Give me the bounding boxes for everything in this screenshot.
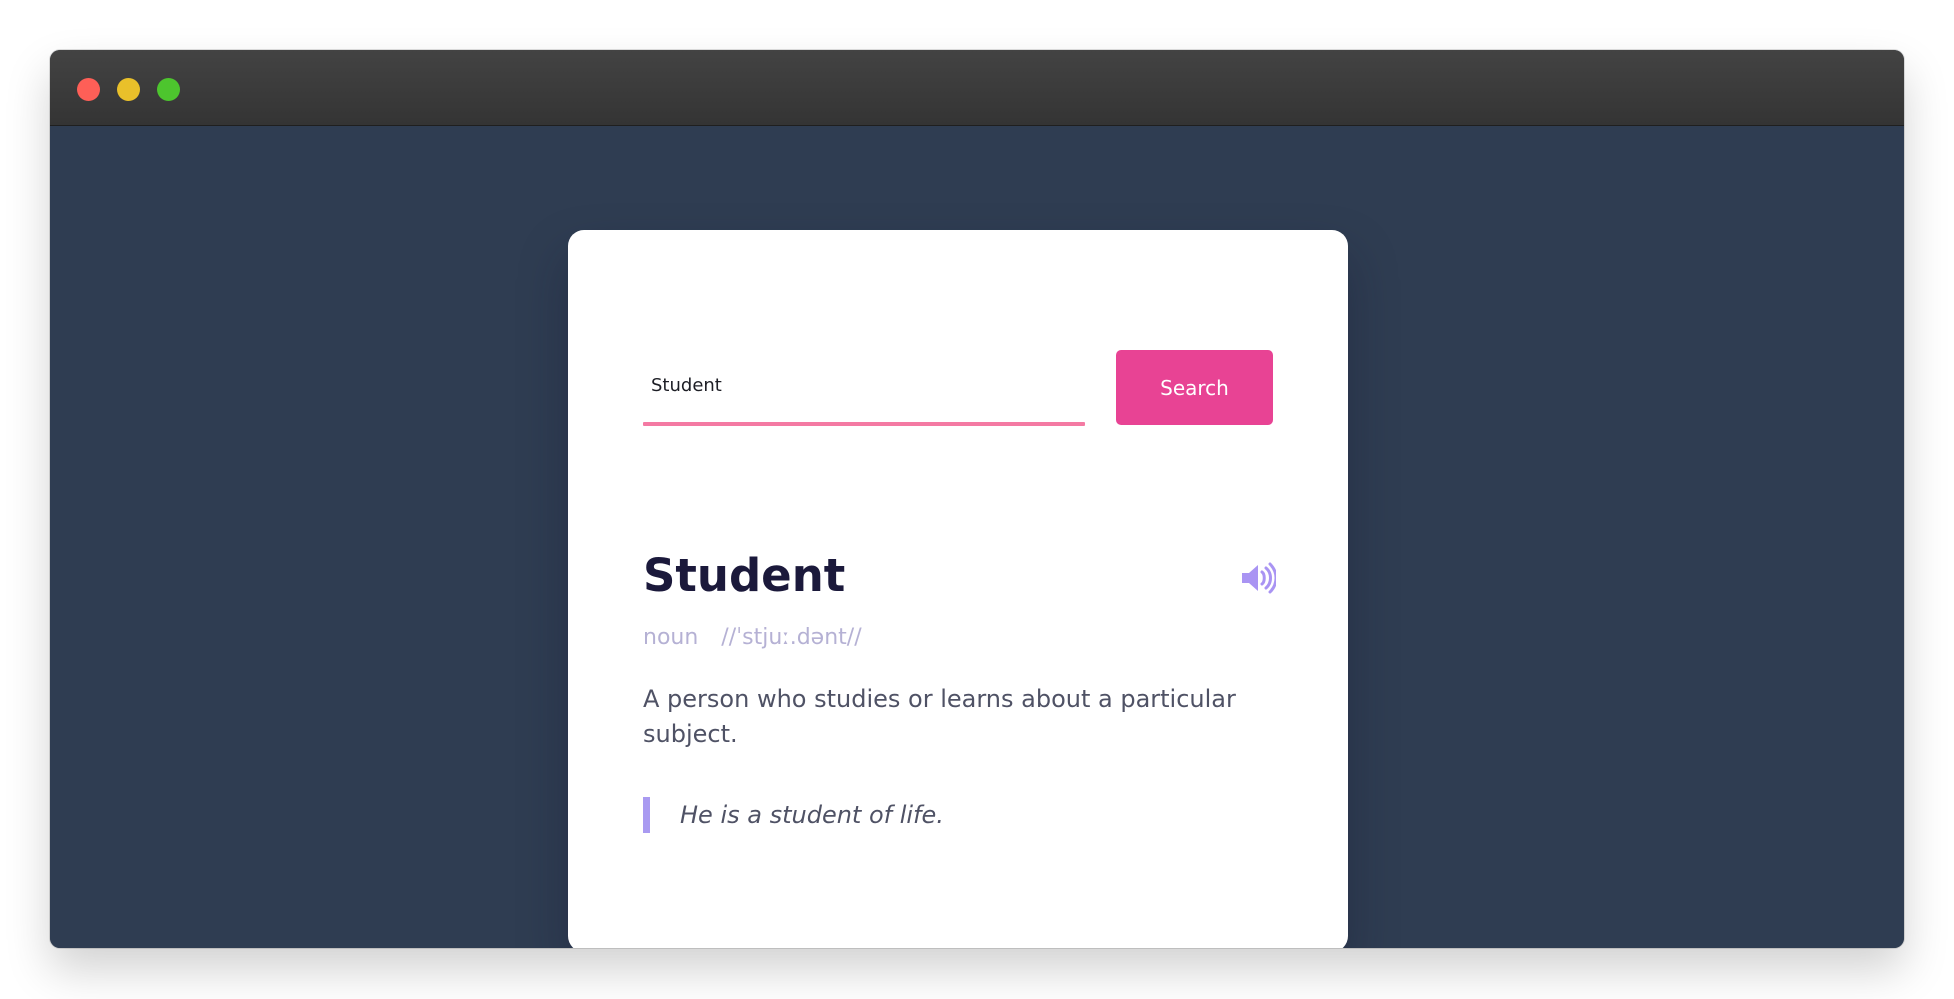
window-titlebar — [50, 50, 1904, 126]
app-content: Search Student noun //ˈstjuː.dənt// A pe… — [50, 126, 1904, 948]
pronunciation-speaker-icon[interactable] — [1240, 562, 1276, 594]
search-row: Search — [643, 350, 1273, 426]
part-of-speech: noun — [643, 625, 699, 650]
app-window: Search Student noun //ˈstjuː.dənt// A pe… — [50, 50, 1904, 948]
word-meta: noun //ˈstjuː.dənt// — [643, 621, 862, 655]
word-title: Student — [643, 549, 846, 602]
dictionary-card: Search Student noun //ˈstjuː.dənt// A pe… — [568, 230, 1348, 948]
search-input-underline — [643, 422, 1085, 426]
example-quote: He is a student of life. — [643, 797, 1273, 833]
maximize-window-button[interactable] — [157, 78, 180, 101]
close-window-button[interactable] — [77, 78, 100, 101]
search-button[interactable]: Search — [1116, 350, 1273, 425]
definition-text: A person who studies or learns about a p… — [643, 685, 1236, 748]
minimize-window-button[interactable] — [117, 78, 140, 101]
example-accent-bar — [643, 797, 650, 833]
search-input[interactable] — [643, 350, 1085, 420]
search-input-wrapper — [643, 350, 1085, 426]
phonetic-transcription: //ˈstjuː.dənt// — [721, 625, 862, 650]
example-text: He is a student of life. — [680, 801, 944, 829]
